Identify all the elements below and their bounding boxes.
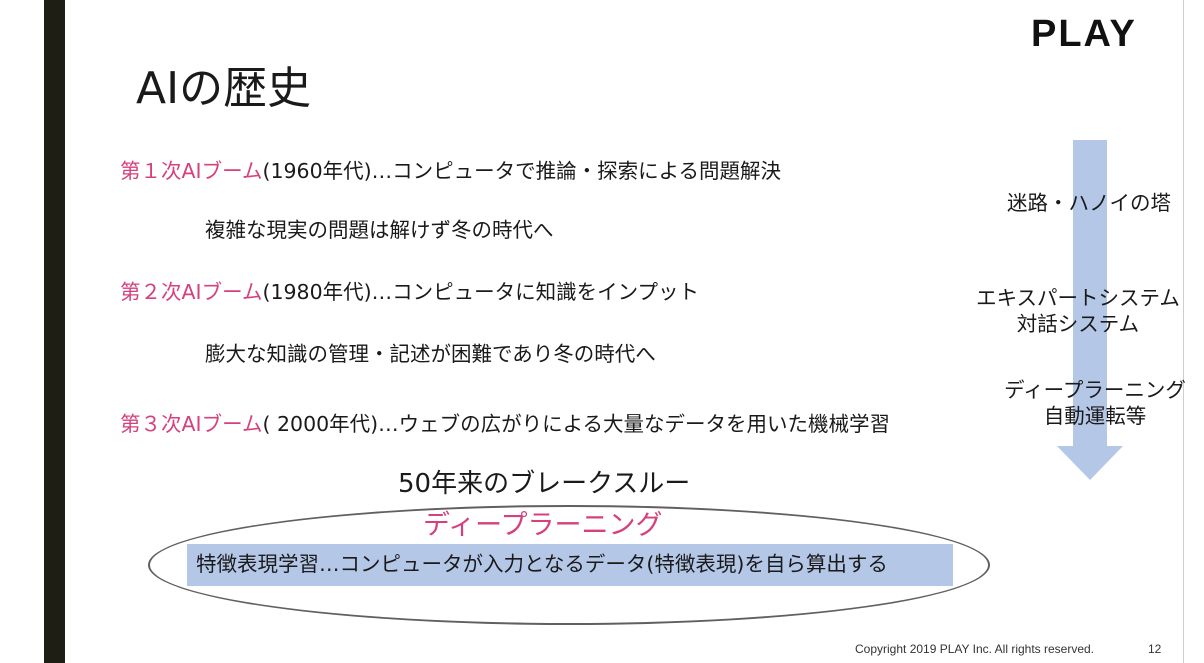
timeline-label-first-line1: 迷路・ハノイの塔: [1007, 191, 1171, 215]
first-winter-line: 複雑な現実の問題は解けず冬の時代へ: [205, 218, 554, 242]
first-ai-boom-line: 第１次AIブーム(1960年代)…コンピュータで推論・探索による問題解決: [120, 157, 781, 185]
second-ai-boom-label: 第２次AIブーム: [120, 280, 263, 304]
first-ai-boom-text: (1960年代)…コンピュータで推論・探索による問題解決: [262, 159, 782, 183]
page-number: 12: [1148, 642, 1162, 656]
third-ai-boom-line: 第３次AIブーム( 2000年代)…ウェブの広がりによる大量なデータを用いた機械…: [120, 410, 890, 438]
second-ai-boom-text: (1980年代)…コンピュータに知識をインプット: [262, 280, 700, 304]
timeline-label-second-line2: 対話システム: [1016, 312, 1140, 336]
timeline-label-second: エキスパートシステム 対話システム: [964, 285, 1192, 337]
page-title: AIの歴史: [136, 63, 312, 114]
timeline-label-second-line1: エキスパートシステム: [976, 286, 1180, 310]
timeline-label-first: 迷路・ハノイの塔: [998, 190, 1180, 216]
left-accent-bar: [44, 0, 65, 663]
third-ai-boom-text: ( 2000年代)…ウェブの広がりによる大量なデータを用いた機械学習: [262, 412, 891, 436]
timeline-label-third: ディープラーニング 自動運転等: [990, 377, 1200, 429]
deep-learning-keyword: ディープラーニング: [423, 510, 663, 541]
timeline-label-third-line1: ディープラーニング: [1004, 378, 1186, 402]
third-ai-boom-label: 第３次AIブーム: [120, 412, 263, 436]
second-ai-boom-line: 第２次AIブーム(1980年代)…コンピュータに知識をインプット: [120, 278, 699, 306]
first-ai-boom-label: 第１次AIブーム: [120, 159, 263, 183]
timeline-label-third-line2: 自動運転等: [1043, 404, 1147, 428]
breakthrough-heading: 50年来のブレークスルー: [398, 469, 691, 499]
feature-learning-description: 特徴表現学習…コンピュータが入力となるデータ(特徴表現)を自ら算出する: [196, 552, 888, 576]
second-winter-line: 膨大な知識の管理・記述が困難であり冬の時代へ: [205, 342, 656, 366]
play-logo: PLAY: [1031, 13, 1137, 55]
copyright-notice: Copyright 2019 PLAY Inc. All rights rese…: [855, 642, 1095, 656]
